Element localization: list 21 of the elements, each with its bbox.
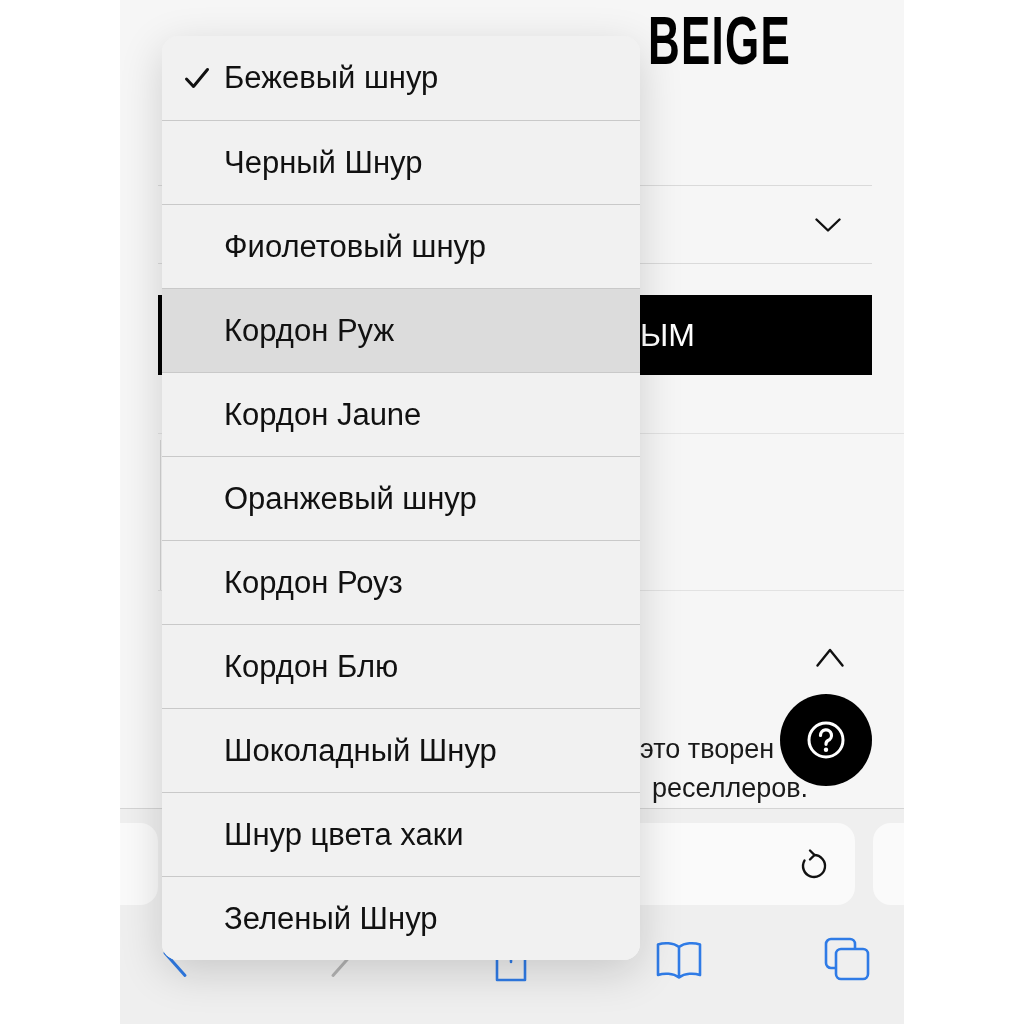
product-title: BEIGE <box>648 6 792 74</box>
reload-icon[interactable] <box>799 848 829 880</box>
checkmark-icon <box>184 67 210 89</box>
dropdown-option[interactable]: Кордон Руж <box>162 288 640 372</box>
dropdown-option[interactable]: Фиолетовый шнур <box>162 204 640 288</box>
dropdown-option[interactable]: Шоколадный Шнур <box>162 708 640 792</box>
dropdown-option[interactable]: Кордон Блю <box>162 624 640 708</box>
book-icon[interactable] <box>656 940 702 980</box>
chevron-up-icon[interactable] <box>816 647 844 668</box>
question-icon <box>806 720 846 760</box>
description-text: реселлеров. <box>652 772 809 805</box>
dropdown-option[interactable]: Кордон Jaune <box>162 372 640 456</box>
chevron-down-icon <box>815 217 841 232</box>
dropdown-option[interactable]: Зеленый Шнур <box>162 876 640 960</box>
dropdown-option[interactable]: Черный Шнур <box>162 120 640 204</box>
tabs-icon[interactable] <box>824 937 870 981</box>
dropdown-option[interactable]: Оранжевый шнур <box>162 456 640 540</box>
description-text: это творен <box>640 733 775 766</box>
dropdown-option[interactable]: Бежевый шнур <box>162 36 640 120</box>
dropdown-option[interactable]: Шнур цвета хаки <box>162 792 640 876</box>
dropdown-option[interactable]: Кордон Роуз <box>162 540 640 624</box>
